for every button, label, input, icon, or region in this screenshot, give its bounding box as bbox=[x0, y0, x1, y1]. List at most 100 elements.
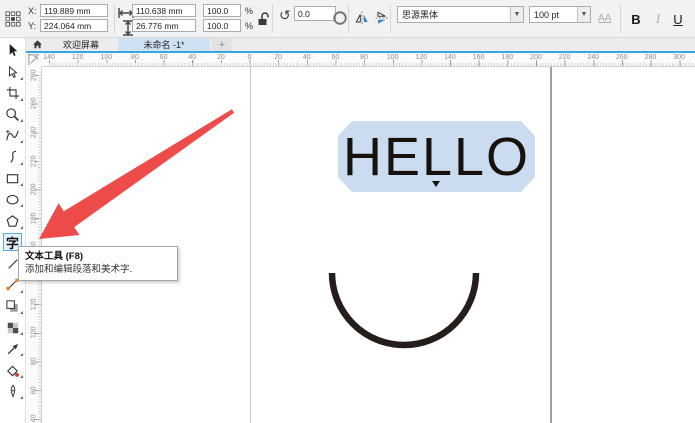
italic-button[interactable]: I bbox=[649, 9, 667, 29]
drop-shadow-tool[interactable] bbox=[0, 296, 25, 317]
vertical-ruler-labels: 280260240220200180160140120100806040 bbox=[27, 67, 41, 423]
underline-button[interactable]: U bbox=[669, 9, 687, 29]
angle-circle-icon bbox=[332, 10, 348, 26]
horizontal-ruler[interactable]: 1401201008060402002040608010012014016018… bbox=[42, 53, 695, 67]
magnifier-icon bbox=[5, 107, 20, 122]
object-origin-selector[interactable] bbox=[5, 11, 21, 27]
artistic-text-hello: HELLO bbox=[343, 130, 530, 184]
x-position-input[interactable] bbox=[40, 4, 108, 17]
ruler-label: 220 bbox=[27, 154, 42, 168]
home-tab[interactable] bbox=[28, 38, 46, 51]
tooltip: 文本工具 (F8) 添加和编辑段落和美术字. bbox=[18, 246, 178, 281]
polygon-tool[interactable] bbox=[0, 210, 25, 231]
ruler-label: 140 bbox=[436, 53, 465, 62]
ruler-origin-corner[interactable] bbox=[27, 53, 42, 67]
ellipse-icon bbox=[5, 192, 20, 207]
tooltip-description: 添加和编辑段落和美术字. bbox=[25, 263, 171, 276]
ruler-label: 120 bbox=[407, 53, 436, 62]
crop-icon bbox=[6, 86, 20, 100]
ruler-label: 40 bbox=[178, 53, 207, 62]
ruler-label: 240 bbox=[579, 53, 608, 62]
separator bbox=[272, 5, 273, 33]
text-case-button[interactable]: AA bbox=[598, 13, 611, 24]
scale-vertical-input[interactable] bbox=[203, 19, 241, 32]
zoom-tool[interactable] bbox=[0, 104, 25, 125]
smart-fill-tool[interactable] bbox=[0, 359, 25, 380]
pen-nib-icon bbox=[6, 384, 20, 398]
eyedropper-icon bbox=[6, 342, 20, 356]
page-left-edge bbox=[250, 67, 251, 423]
ruler-label: 60 bbox=[27, 383, 42, 397]
ruler-label: 280 bbox=[27, 68, 42, 82]
rotation-icon: ↺ bbox=[279, 7, 291, 24]
ruler-label: 20 bbox=[264, 53, 293, 62]
freehand-curve-icon bbox=[5, 128, 20, 143]
y-label: Y: bbox=[28, 21, 36, 31]
pick-tool[interactable] bbox=[0, 40, 25, 61]
transparency-tool[interactable] bbox=[0, 317, 25, 338]
separator bbox=[390, 5, 391, 33]
ruler-label: 160 bbox=[464, 53, 493, 62]
ruler-label: 120 bbox=[27, 297, 42, 311]
percent-label: % bbox=[245, 6, 253, 16]
ruler-label: 220 bbox=[550, 53, 579, 62]
property-bar: X: Y: % % ↺ bbox=[0, 0, 695, 38]
font-size-select[interactable]: 100 pt ▼ bbox=[529, 6, 591, 23]
toolbox: 字 bbox=[0, 40, 26, 423]
shape-tool[interactable] bbox=[0, 61, 25, 82]
ruler-label: 80 bbox=[27, 354, 42, 368]
font-family-select[interactable]: 思源黑体 ▼ bbox=[397, 6, 524, 23]
tooltip-title: 文本工具 (F8) bbox=[25, 250, 171, 263]
checkerboard-icon bbox=[6, 321, 20, 335]
outline-pen-tool[interactable] bbox=[0, 381, 25, 402]
object-height-input[interactable] bbox=[132, 19, 196, 32]
new-document-tab-button[interactable]: + bbox=[212, 38, 232, 51]
rectangle-tool[interactable] bbox=[0, 168, 25, 189]
ruler-label: 40 bbox=[292, 53, 321, 62]
rectangle-icon bbox=[5, 171, 20, 186]
bold-button[interactable]: B bbox=[627, 9, 645, 29]
shape-arrowhead-icon bbox=[6, 65, 20, 79]
percent-label: % bbox=[245, 21, 253, 31]
ruler-label: 300 bbox=[665, 53, 694, 62]
bezier-tool[interactable] bbox=[0, 146, 25, 167]
vertical-ruler[interactable]: 280260240220200180160140120100806040 bbox=[27, 67, 42, 423]
font-size-value: 100 pt bbox=[530, 10, 577, 20]
horizontal-ruler-labels: 1401201008060402002040608010012014016018… bbox=[42, 53, 695, 62]
lock-ratio-icon[interactable] bbox=[256, 11, 272, 27]
drawing-canvas[interactable]: HELLO bbox=[42, 67, 695, 423]
rotation-angle-input[interactable] bbox=[294, 6, 336, 21]
object-width-input[interactable] bbox=[132, 4, 196, 17]
mirror-horizontal-button[interactable] bbox=[354, 10, 370, 26]
tab-untitled-document[interactable]: 未命名 -1* bbox=[118, 38, 210, 51]
y-position-input[interactable] bbox=[40, 19, 108, 32]
scale-horizontal-input[interactable] bbox=[203, 4, 241, 17]
fill-bucket-icon bbox=[5, 363, 20, 378]
ruler-label: 100 bbox=[378, 53, 407, 62]
ruler-label: 100 bbox=[92, 53, 121, 62]
tab-welcome-screen[interactable]: 欢迎屏幕 bbox=[46, 38, 116, 51]
separator bbox=[348, 5, 349, 33]
x-label: X: bbox=[28, 6, 37, 16]
ruler-label: 200 bbox=[27, 183, 42, 197]
chevron-down-icon: ▼ bbox=[510, 7, 523, 22]
ruler-label: 60 bbox=[321, 53, 350, 62]
s-curve-icon bbox=[6, 150, 20, 164]
overlapping-rects-icon bbox=[5, 299, 20, 314]
crop-tool[interactable] bbox=[0, 83, 25, 104]
ruler-corner-icon bbox=[27, 53, 40, 66]
smile-curve-object[interactable] bbox=[328, 268, 480, 350]
separator bbox=[114, 5, 115, 33]
ruler-label: 180 bbox=[27, 211, 42, 225]
polygon-icon bbox=[5, 214, 20, 229]
mirror-vertical-button[interactable] bbox=[374, 10, 390, 26]
ellipse-tool[interactable] bbox=[0, 189, 25, 210]
separator bbox=[620, 5, 621, 33]
freehand-tool[interactable] bbox=[0, 125, 25, 146]
ruler-label: 280 bbox=[636, 53, 665, 62]
ruler-label: 60 bbox=[149, 53, 178, 62]
ruler-label: 200 bbox=[522, 53, 551, 62]
page-right-edge bbox=[550, 67, 552, 423]
font-family-value: 思源黑体 bbox=[398, 8, 510, 21]
eyedropper-tool[interactable] bbox=[0, 338, 25, 359]
